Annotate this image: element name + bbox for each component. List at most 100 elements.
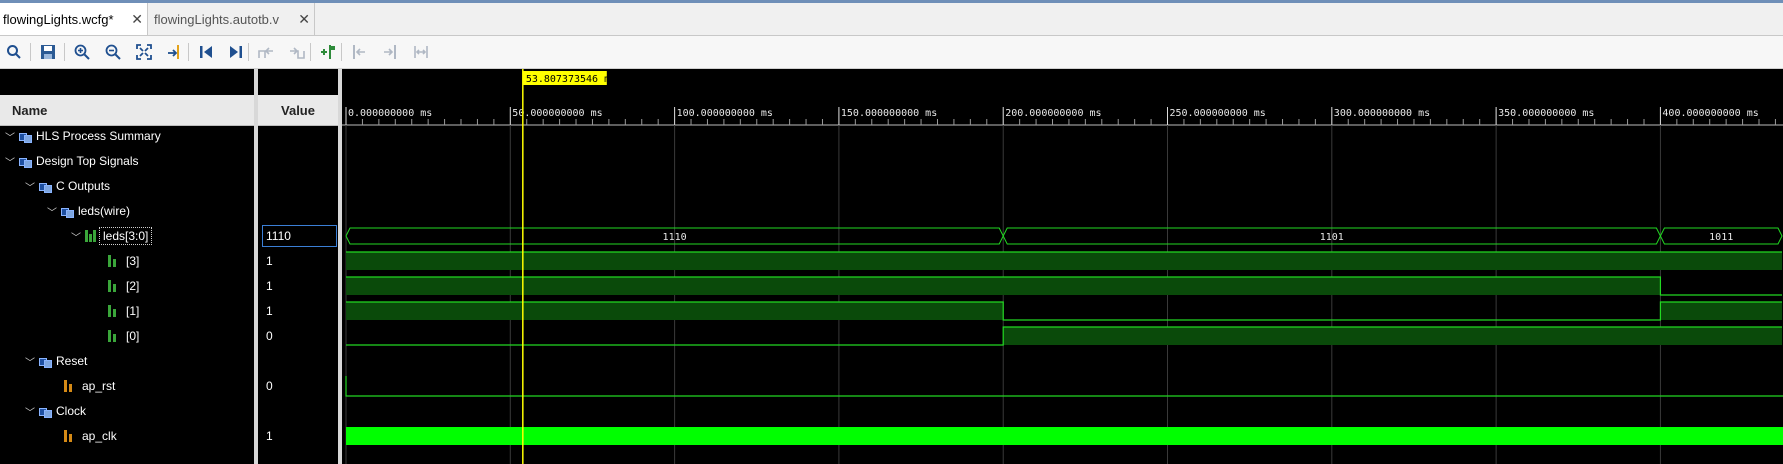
group-icon [39, 356, 52, 368]
bit-high-fill [346, 277, 1661, 295]
tree-label: Reset [56, 354, 88, 368]
tree-row-leds-wire[interactable]: ﹀ leds(wire) [0, 200, 130, 222]
value-ap-clk: 1 [266, 429, 273, 443]
toolbar-separator [310, 43, 311, 61]
signal-icon [64, 380, 76, 392]
go-to-time-zero-icon[interactable] [196, 42, 216, 62]
ruler-tick-label: 400.000000000 ms [1662, 108, 1758, 119]
tree-label: [1] [126, 304, 140, 318]
chevron-down-icon[interactable]: ﹀ [46, 204, 58, 219]
tree-row-bit-0[interactable]: [0] [108, 325, 139, 347]
chevron-down-icon[interactable]: ﹀ [4, 129, 16, 144]
ruler-tick-label: 350.000000000 ms [1498, 108, 1594, 119]
tree-row-bit-3[interactable]: [3] [108, 250, 139, 272]
swap-cursors-icon[interactable] [411, 42, 431, 62]
waveform-pane[interactable]: 0.000000000 ms 50.000000000 ms 100.0000000… [342, 69, 1783, 464]
toolbar-separator [341, 43, 342, 61]
tab-wcfg[interactable]: flowingLights.wcfg* ✕ [0, 3, 148, 35]
toolbar-separator [64, 43, 65, 61]
tree-row-leds-bus[interactable]: ﹀ leds[3:0] [0, 225, 153, 247]
signal-icon [64, 430, 76, 442]
tree-label: [0] [126, 329, 140, 343]
bus-signal-icon [85, 230, 97, 242]
tree-row-ap-rst[interactable]: ap_rst [64, 375, 115, 397]
close-icon[interactable]: ✕ [298, 11, 310, 28]
tree-row-bit-1[interactable]: [1] [108, 300, 139, 322]
tree-row-design-top-signals[interactable]: ﹀ Design Top Signals [0, 150, 139, 172]
value-bit-2: 1 [266, 279, 273, 293]
value-ap-rst: 0 [266, 379, 273, 393]
tree-label: C Outputs [56, 179, 111, 193]
ruler-tick-label: 0.000000000 ms [348, 108, 432, 119]
toolbar-separator [248, 43, 249, 61]
save-icon[interactable] [38, 42, 58, 62]
value-leds-bus[interactable]: 1110 [262, 225, 337, 247]
go-to-cursor-icon[interactable] [165, 42, 185, 62]
tab-label: flowingLights.autotb.v [154, 11, 280, 27]
bit-high-fill [346, 252, 1782, 270]
close-icon[interactable]: ✕ [131, 11, 143, 28]
ruler-tick-label: 250.000000000 ms [1170, 108, 1266, 119]
add-marker-icon[interactable] [318, 42, 338, 62]
name-column-header[interactable]: Name [0, 95, 254, 126]
tree-label: leds[3:0] [99, 227, 153, 245]
next-marker-icon[interactable] [380, 42, 400, 62]
chevron-down-icon[interactable]: ﹀ [24, 404, 36, 419]
chevron-down-icon[interactable]: ﹀ [4, 154, 16, 169]
value-column-header[interactable]: Value [258, 95, 338, 126]
signal-icon [108, 280, 120, 292]
ruler-tick-label: 50.000000000 ms [512, 108, 602, 119]
tree-label: ap_rst [82, 379, 116, 393]
waveform-toolbar [0, 36, 1783, 69]
bit-high-fill [1660, 302, 1782, 320]
bus-segment-label: 1011 [1709, 232, 1733, 243]
ruler-tick-label: 300.000000000 ms [1334, 108, 1430, 119]
toolbar-separator [30, 43, 31, 61]
waveform-canvas[interactable]: 0.000000000 ms 50.000000000 ms 100.0000000… [342, 69, 1783, 464]
value-bit-1: 1 [266, 304, 273, 318]
group-icon [19, 156, 32, 168]
reset-waveform [345, 376, 1783, 397]
next-transition-icon[interactable] [287, 42, 307, 62]
go-to-last-time-icon[interactable] [226, 42, 246, 62]
tree-row-clock[interactable]: ﹀ Clock [0, 400, 86, 422]
bus-segment-label: 1110 [663, 232, 687, 243]
group-icon [39, 406, 52, 418]
editor-tab-bar: flowingLights.wcfg* ✕ flowingLights.auto… [0, 3, 1783, 36]
chevron-down-icon[interactable]: ﹀ [24, 179, 36, 194]
time-cursor-label: 53.807373546 ms [526, 74, 616, 85]
tree-row-ap-clk[interactable]: ap_clk [64, 425, 117, 447]
tree-label: [2] [126, 279, 140, 293]
group-icon [39, 181, 52, 193]
group-icon [19, 131, 32, 143]
chevron-down-icon[interactable]: ﹀ [70, 229, 82, 244]
ruler-tick-label: 200.000000000 ms [1005, 108, 1101, 119]
tree-row-reset[interactable]: ﹀ Reset [0, 350, 87, 372]
tree-row-bit-2[interactable]: [2] [108, 275, 139, 297]
tree-row-c-outputs[interactable]: ﹀ C Outputs [0, 175, 110, 197]
value-column-label: Value [281, 102, 315, 118]
name-column-label: Name [12, 102, 48, 118]
tree-label: ap_clk [82, 429, 117, 443]
ruler-tick-label: 150.000000000 ms [841, 108, 937, 119]
value-bit-3: 1 [266, 254, 273, 268]
tree-label: leds(wire) [78, 204, 131, 218]
chevron-down-icon[interactable]: ﹀ [24, 354, 36, 369]
tree-label: HLS Process Summary [36, 129, 161, 143]
zoom-fit-icon[interactable] [134, 42, 154, 62]
zoom-in-icon[interactable] [72, 42, 92, 62]
tree-label: Clock [56, 404, 87, 418]
zoom-out-icon[interactable] [103, 42, 123, 62]
previous-transition-icon[interactable] [256, 42, 276, 62]
tab-label: flowingLights.wcfg* [3, 11, 114, 27]
previous-marker-icon[interactable] [349, 42, 369, 62]
bit-high-fill [346, 302, 1004, 320]
value-bit-0: 0 [266, 329, 273, 343]
tree-label: [3] [126, 254, 140, 268]
ruler-tick-label: 100.000000000 ms [677, 108, 773, 119]
tree-row-hls-process-summary[interactable]: ﹀ HLS Process Summary [0, 125, 161, 147]
search-icon[interactable] [4, 42, 24, 62]
tree-label: Design Top Signals [36, 154, 139, 168]
tab-autotb[interactable]: flowingLights.autotb.v ✕ [148, 3, 315, 35]
bus-segment-label: 1101 [1320, 232, 1344, 243]
